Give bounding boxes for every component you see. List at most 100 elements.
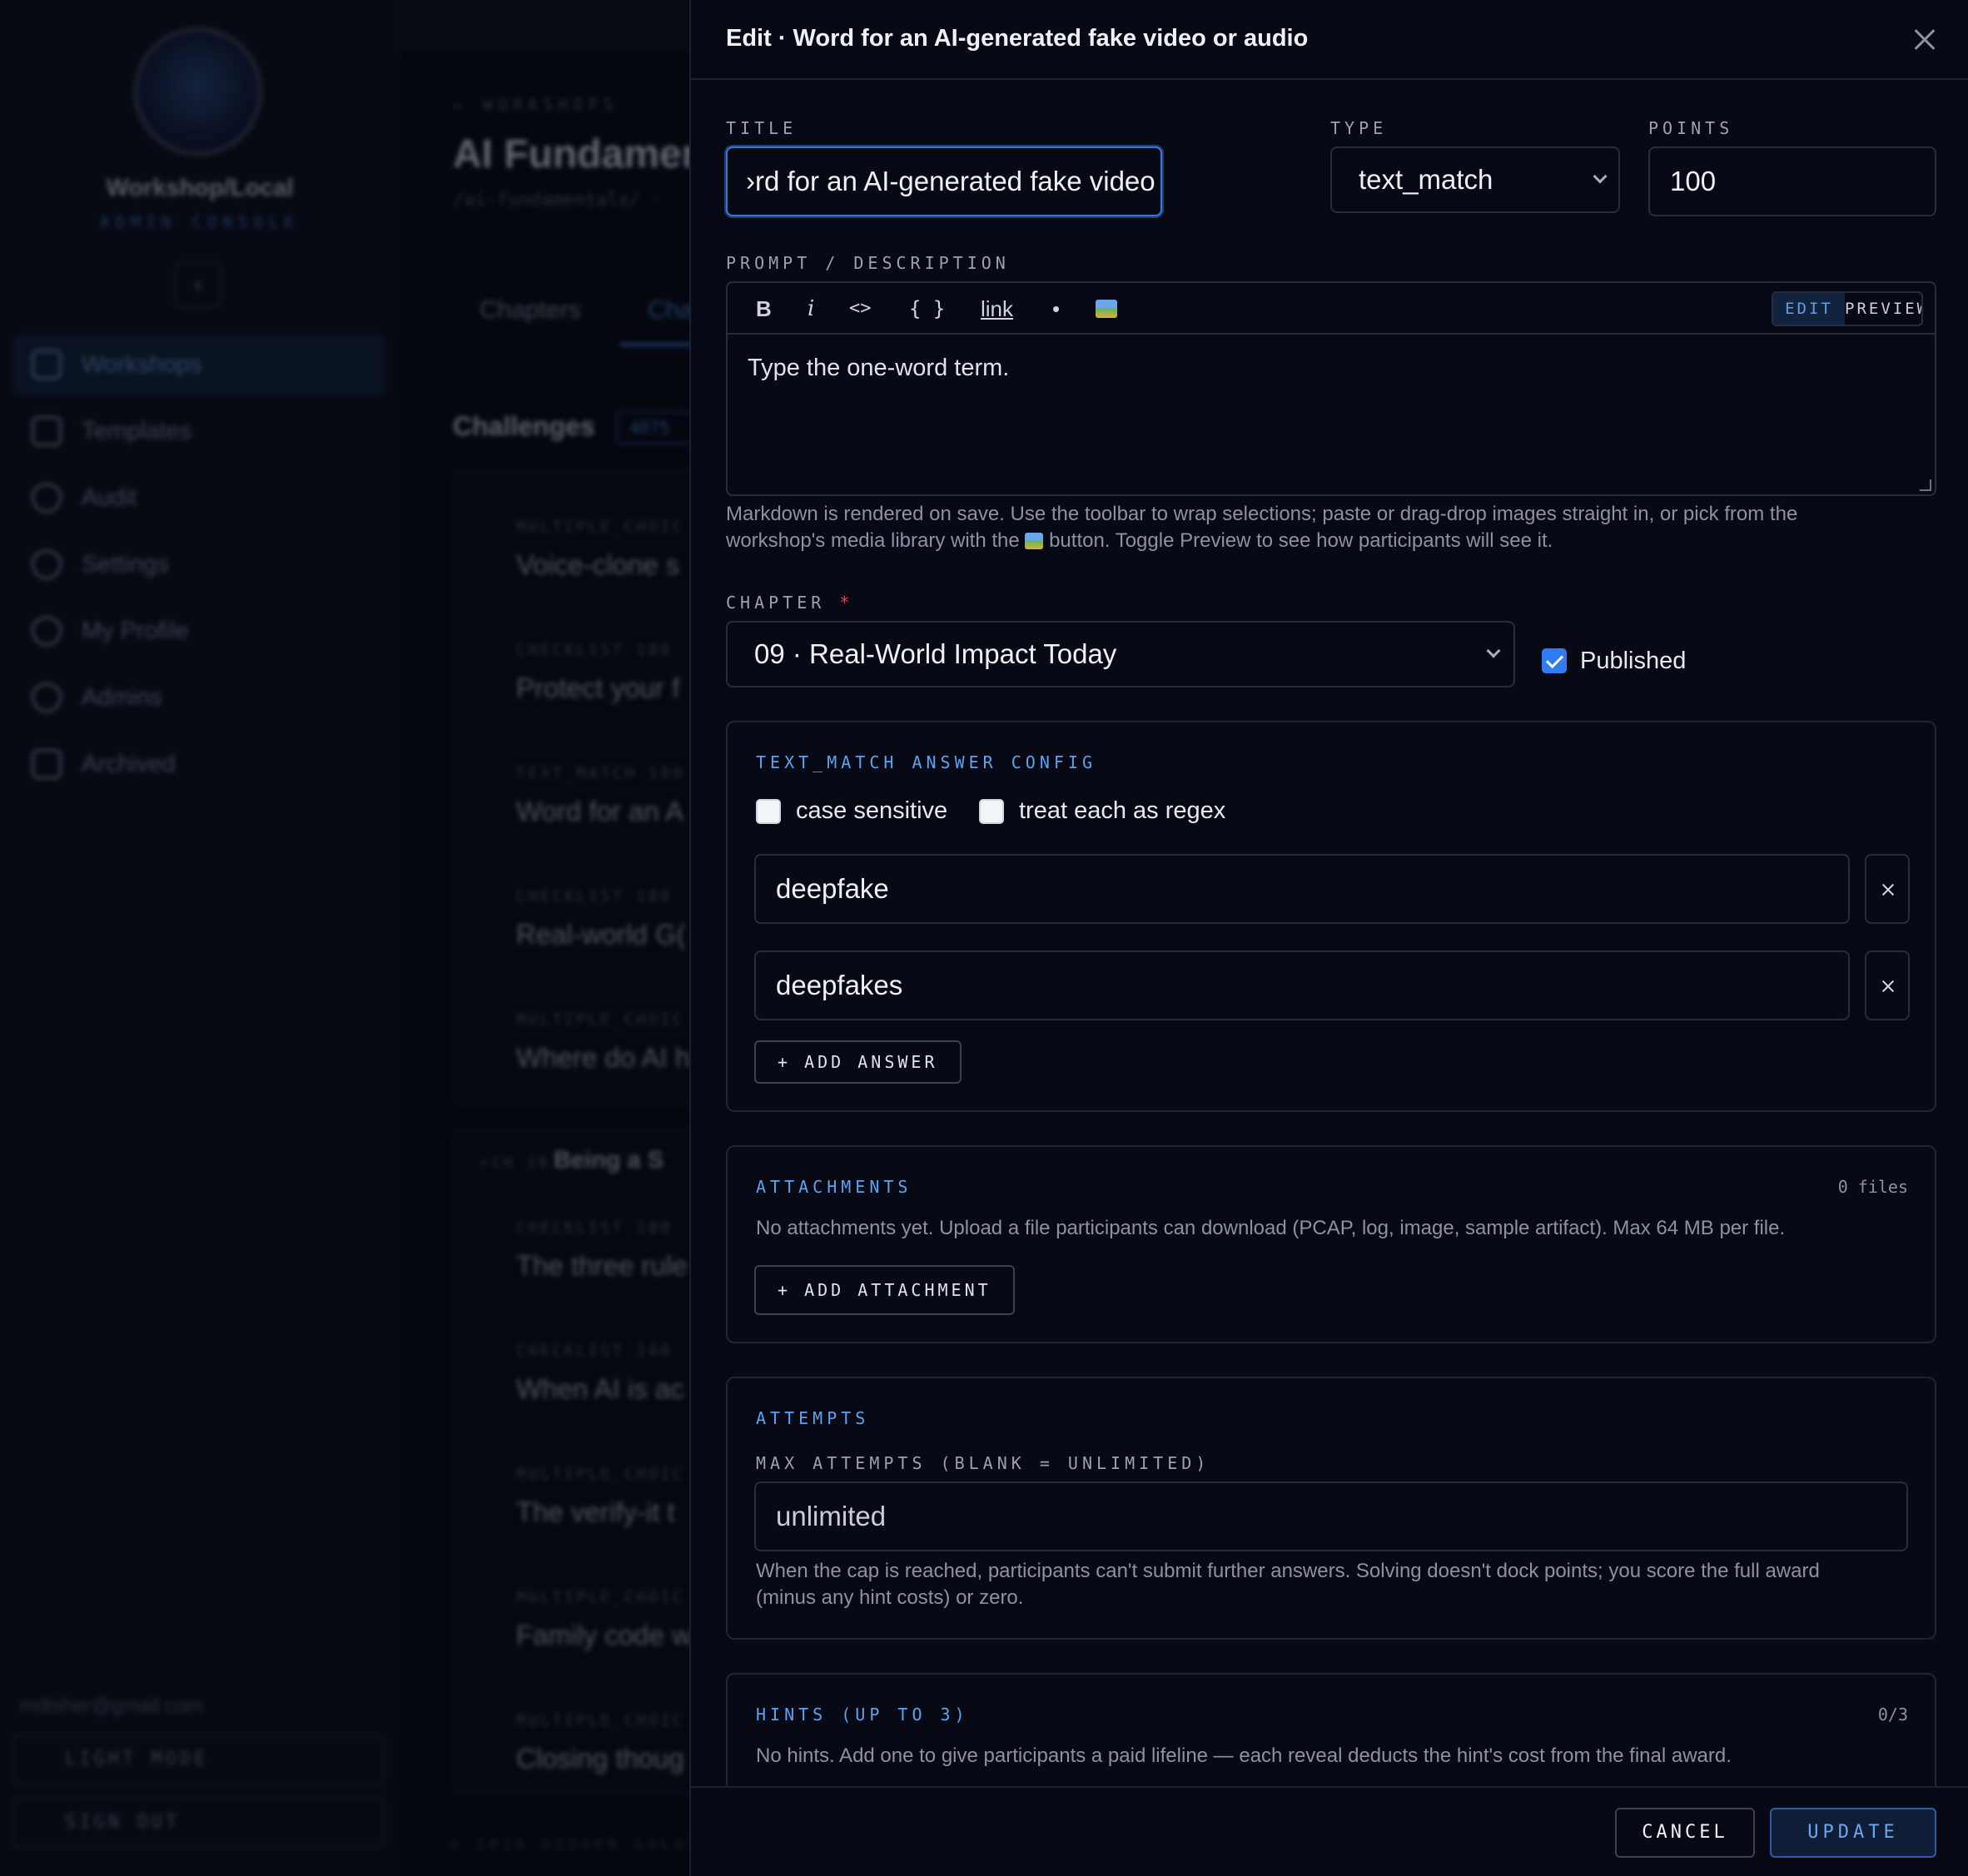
editor-toolbar: B i <> { } link • EDIT PREVIEW bbox=[728, 283, 1935, 335]
list-item[interactable]: TEXT_MATCH 100 Word for an A bbox=[516, 764, 716, 827]
sidebar-item-templates[interactable]: Templates bbox=[13, 401, 385, 461]
sidebar-item-label: Audit bbox=[82, 484, 137, 511]
prompt-help-text: Markdown is rendered on save. Use the to… bbox=[726, 503, 1798, 552]
hints-count: 0/3 bbox=[1877, 1705, 1908, 1725]
sidebar-item-label: My Profile bbox=[82, 617, 189, 644]
list-item[interactable]: MULTIPLE_CHOIC Voice-clone s bbox=[516, 518, 716, 581]
published-label: Published bbox=[1580, 648, 1687, 674]
sidebar-item-archived[interactable]: Archived bbox=[13, 734, 385, 794]
chapter-label: CHAPTER * bbox=[726, 593, 854, 613]
sidebar-item-label: Archived bbox=[82, 750, 176, 777]
light-mode-button[interactable]: LIGHT MODE bbox=[12, 1735, 385, 1784]
bullet-list-button[interactable]: • bbox=[1052, 295, 1060, 323]
edit-preview-toggle: EDIT PREVIEW bbox=[1772, 291, 1923, 326]
answer-input[interactable]: deepfakes bbox=[754, 950, 1850, 1020]
code-block-button[interactable]: { } bbox=[909, 295, 945, 323]
italic-button[interactable]: i bbox=[808, 295, 814, 323]
title-input[interactable]: ›rd for an AI-generated fake video or au… bbox=[726, 146, 1162, 216]
close-icon[interactable] bbox=[1906, 22, 1943, 58]
chapter-select[interactable]: 09 · Real-World Impact Today bbox=[726, 621, 1515, 687]
image-icon[interactable] bbox=[1096, 300, 1117, 318]
attempts-card: ATTEMPTS MAX ATTEMPTS (BLANK = UNLIMITED… bbox=[726, 1377, 1936, 1640]
gear-icon bbox=[32, 682, 62, 712]
hints-title: HINTS (UP TO 3) bbox=[756, 1705, 969, 1725]
layers-icon bbox=[32, 416, 62, 446]
workshop-control-logo bbox=[133, 27, 263, 156]
prompt-label: PROMPT / DESCRIPTION bbox=[726, 253, 1010, 273]
brand-subtitle: ADMIN CONSOLE bbox=[100, 213, 300, 231]
hints-empty-text: No hints. Add one to give participants a… bbox=[756, 1744, 1732, 1767]
link-button[interactable]: link bbox=[981, 295, 1013, 323]
sidebar-item-audit[interactable]: Audit bbox=[13, 468, 385, 528]
sidebar-item-label: Workshops bbox=[82, 350, 202, 378]
sidebar: Workshop/Local ADMIN CONSOLE ‹ Workshops… bbox=[0, 0, 400, 1876]
gear-icon bbox=[32, 549, 62, 579]
chapter-group-header[interactable]: ▾ CH 10 Being a S bbox=[480, 1147, 721, 1174]
edit-mode-button[interactable]: EDIT bbox=[1773, 293, 1845, 325]
list-item[interactable]: MULTIPLE_CHOIC The verify-it t bbox=[516, 1465, 716, 1528]
brand-name: Workshop/Local bbox=[106, 175, 294, 201]
prompt-textarea[interactable]: Type the one-word term. bbox=[748, 355, 1009, 382]
breadcrumb[interactable]: ← WORKSHOPS bbox=[453, 95, 618, 115]
chevron-down-icon bbox=[1593, 169, 1608, 184]
add-answer-button[interactable]: + ADD ANSWER bbox=[754, 1040, 962, 1084]
title-label: TITLE bbox=[726, 118, 798, 138]
footer-copyright: © 2026 DISHER SOLUTIO bbox=[450, 1836, 727, 1854]
remove-answer-icon[interactable] bbox=[1865, 854, 1910, 924]
challenge-count-badge: 4075 bbox=[616, 411, 699, 444]
attachments-card: ATTACHMENTS 0 files No attachments yet. … bbox=[726, 1145, 1936, 1343]
workshop-path: /ai-fundamentals/ · bbox=[453, 190, 663, 211]
sidebar-item-label: Templates bbox=[82, 417, 192, 444]
list-item[interactable]: CHECKLIST 100 When AI is ac bbox=[516, 1342, 716, 1405]
list-item[interactable]: MULTIPLE_CHOIC Family code w bbox=[516, 1588, 716, 1651]
case-sensitive-checkbox[interactable] bbox=[756, 799, 781, 824]
answer-config-card: TEXT_MATCH ANSWER CONFIG case sensitive … bbox=[726, 721, 1936, 1112]
chevron-down-icon bbox=[1486, 643, 1501, 658]
points-input[interactable]: 100 bbox=[1648, 146, 1936, 216]
cancel-button[interactable]: CANCEL bbox=[1615, 1808, 1755, 1858]
list-item[interactable]: CHECKLIST 100 Protect your f bbox=[516, 641, 716, 704]
answer-config-title: TEXT_MATCH ANSWER CONFIG bbox=[756, 752, 1096, 772]
sign-out-button[interactable]: SIGN OUT bbox=[12, 1798, 385, 1848]
page-title: AI Fundamen bbox=[453, 132, 707, 176]
max-attempts-label: MAX ATTEMPTS (BLANK = UNLIMITED) bbox=[756, 1453, 1210, 1473]
answer-input[interactable]: deepfake bbox=[754, 854, 1850, 924]
preview-mode-button[interactable]: PREVIEW bbox=[1845, 293, 1921, 325]
tab-challenges[interactable]: Cha bbox=[648, 296, 693, 325]
published-checkbox[interactable] bbox=[1542, 648, 1567, 673]
sidebar-item-admins[interactable]: Admins bbox=[13, 668, 385, 727]
sidebar-item-settings[interactable]: Settings bbox=[13, 534, 385, 594]
attachments-title: ATTACHMENTS bbox=[756, 1177, 912, 1197]
required-marker: * bbox=[839, 593, 854, 613]
points-label: POINTS bbox=[1648, 118, 1734, 138]
update-button[interactable]: UPDATE bbox=[1770, 1808, 1936, 1858]
sidebar-item-label: Admins bbox=[82, 683, 162, 711]
resize-handle-icon[interactable] bbox=[1920, 479, 1931, 491]
archive-icon bbox=[32, 749, 62, 779]
list-item[interactable]: MULTIPLE_CHOIC Where do AI h bbox=[516, 1010, 716, 1074]
add-attachment-button[interactable]: + ADD ATTACHMENT bbox=[754, 1265, 1015, 1315]
panel-header: Edit · Word for an AI-generated fake vid… bbox=[691, 0, 1968, 80]
markdown-editor: B i <> { } link • EDIT PREVIEW Type the … bbox=[726, 281, 1936, 496]
collapse-sidebar-button[interactable]: ‹ bbox=[175, 261, 221, 308]
attempts-title: ATTEMPTS bbox=[756, 1408, 870, 1428]
type-select[interactable]: text_match bbox=[1330, 146, 1620, 213]
list-item[interactable]: MULTIPLE_CHOIC Closing thoug bbox=[516, 1711, 716, 1774]
bold-button[interactable]: B bbox=[756, 295, 772, 323]
type-label: TYPE bbox=[1330, 118, 1388, 138]
panel-title: Edit · Word for an AI-generated fake vid… bbox=[726, 25, 1309, 52]
regex-checkbox[interactable] bbox=[979, 799, 1004, 824]
list-item[interactable]: CHECKLIST 100 The three rule bbox=[516, 1218, 716, 1282]
inline-code-button[interactable]: <> bbox=[849, 295, 872, 323]
max-attempts-input[interactable]: unlimited bbox=[754, 1481, 1908, 1551]
tab-chapters[interactable]: Chapters bbox=[480, 296, 581, 325]
image-icon bbox=[1025, 533, 1044, 549]
sidebar-item-workshops[interactable]: Workshops bbox=[13, 335, 385, 395]
remove-answer-icon[interactable] bbox=[1865, 950, 1910, 1020]
clock-icon bbox=[32, 483, 62, 513]
sidebar-item-my-profile[interactable]: My Profile bbox=[13, 601, 385, 661]
section-title: Challenges bbox=[453, 411, 595, 441]
sidebar-item-label: Settings bbox=[82, 550, 169, 578]
grid-icon bbox=[32, 350, 62, 380]
list-item[interactable]: CHECKLIST 100 Real-world G( bbox=[516, 887, 716, 950]
